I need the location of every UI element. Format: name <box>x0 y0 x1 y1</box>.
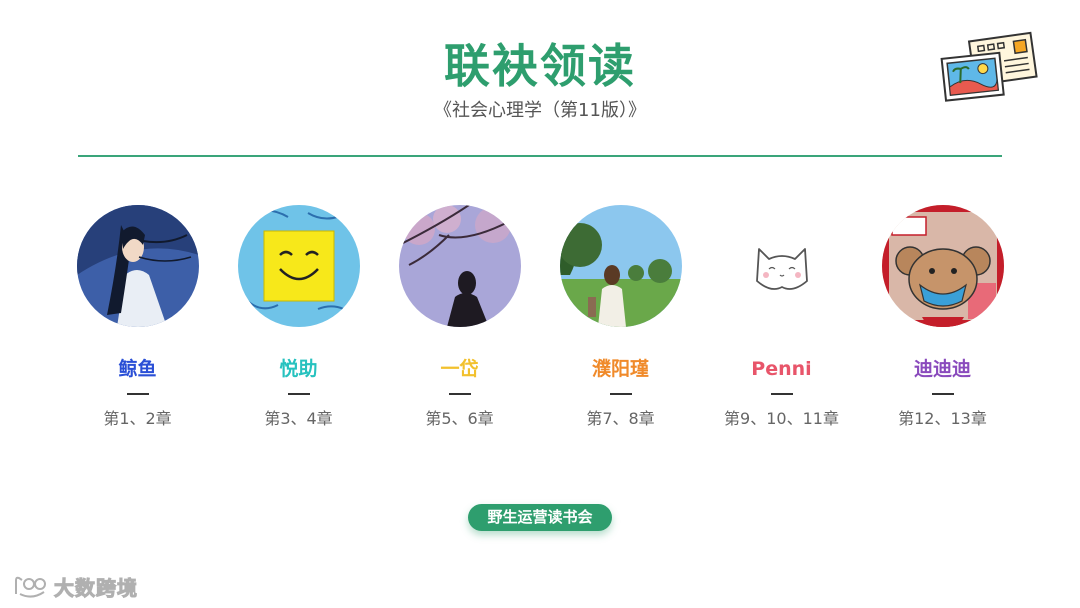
member-chapters: 第12、13章 <box>898 409 987 428</box>
name-dash <box>126 393 149 395</box>
page-subtitle: 《社会心理学（第11版）》 <box>434 100 646 121</box>
postcards-icon <box>940 31 1038 102</box>
member-card: 迪迪迪 第12、13章 <box>862 205 1023 445</box>
name-dash <box>609 393 632 395</box>
avatar-blossom <box>398 205 521 327</box>
avatar-park <box>559 205 682 327</box>
name-dash <box>931 393 954 395</box>
avatar-whale <box>76 205 199 327</box>
watermark-text: 大数跨境 <box>54 575 138 600</box>
member-chapters: 第9、10、11章 <box>724 409 839 428</box>
name-dash <box>287 393 310 395</box>
member-chapters: 第5、6章 <box>425 409 494 428</box>
member-card: 悦助 第3、4章 <box>218 205 379 445</box>
watermark: 大数跨境 <box>12 573 138 600</box>
avatar-cat <box>720 205 843 327</box>
title-divider <box>78 155 1002 157</box>
member-name: 悦助 <box>279 358 318 380</box>
book-club-badge: 野生运营读书会 <box>468 504 612 531</box>
member-chapters: 第7、8章 <box>586 409 655 428</box>
member-name: 迪迪迪 <box>913 358 971 380</box>
member-name: Penni <box>751 358 812 380</box>
member-name: 濮阳瑾 <box>591 358 649 380</box>
name-dash <box>448 393 471 395</box>
member-chapters: 第3、4章 <box>264 409 333 428</box>
member-card: 濮阳瑾 第7、8章 <box>540 205 701 445</box>
member-card: 鲸鱼 第1、2章 <box>57 205 218 445</box>
member-list: 鲸鱼 第1、2章 悦助 第3、4章 一岱 第5、6章 濮阳瑾 第7、8章 Pen… <box>57 205 1023 445</box>
avatar-mouse <box>881 205 1004 327</box>
avatar-sticky-note <box>237 205 360 327</box>
name-dash <box>770 393 793 395</box>
brand-logo-icon <box>15 576 46 598</box>
member-card: 一岱 第5、6章 <box>379 205 540 445</box>
page-title: 联袂领读 <box>444 39 636 93</box>
member-card: Penni 第9、10、11章 <box>701 205 862 445</box>
member-chapters: 第1、2章 <box>103 409 172 428</box>
member-name: 一岱 <box>440 358 479 380</box>
member-name: 鲸鱼 <box>118 358 157 380</box>
